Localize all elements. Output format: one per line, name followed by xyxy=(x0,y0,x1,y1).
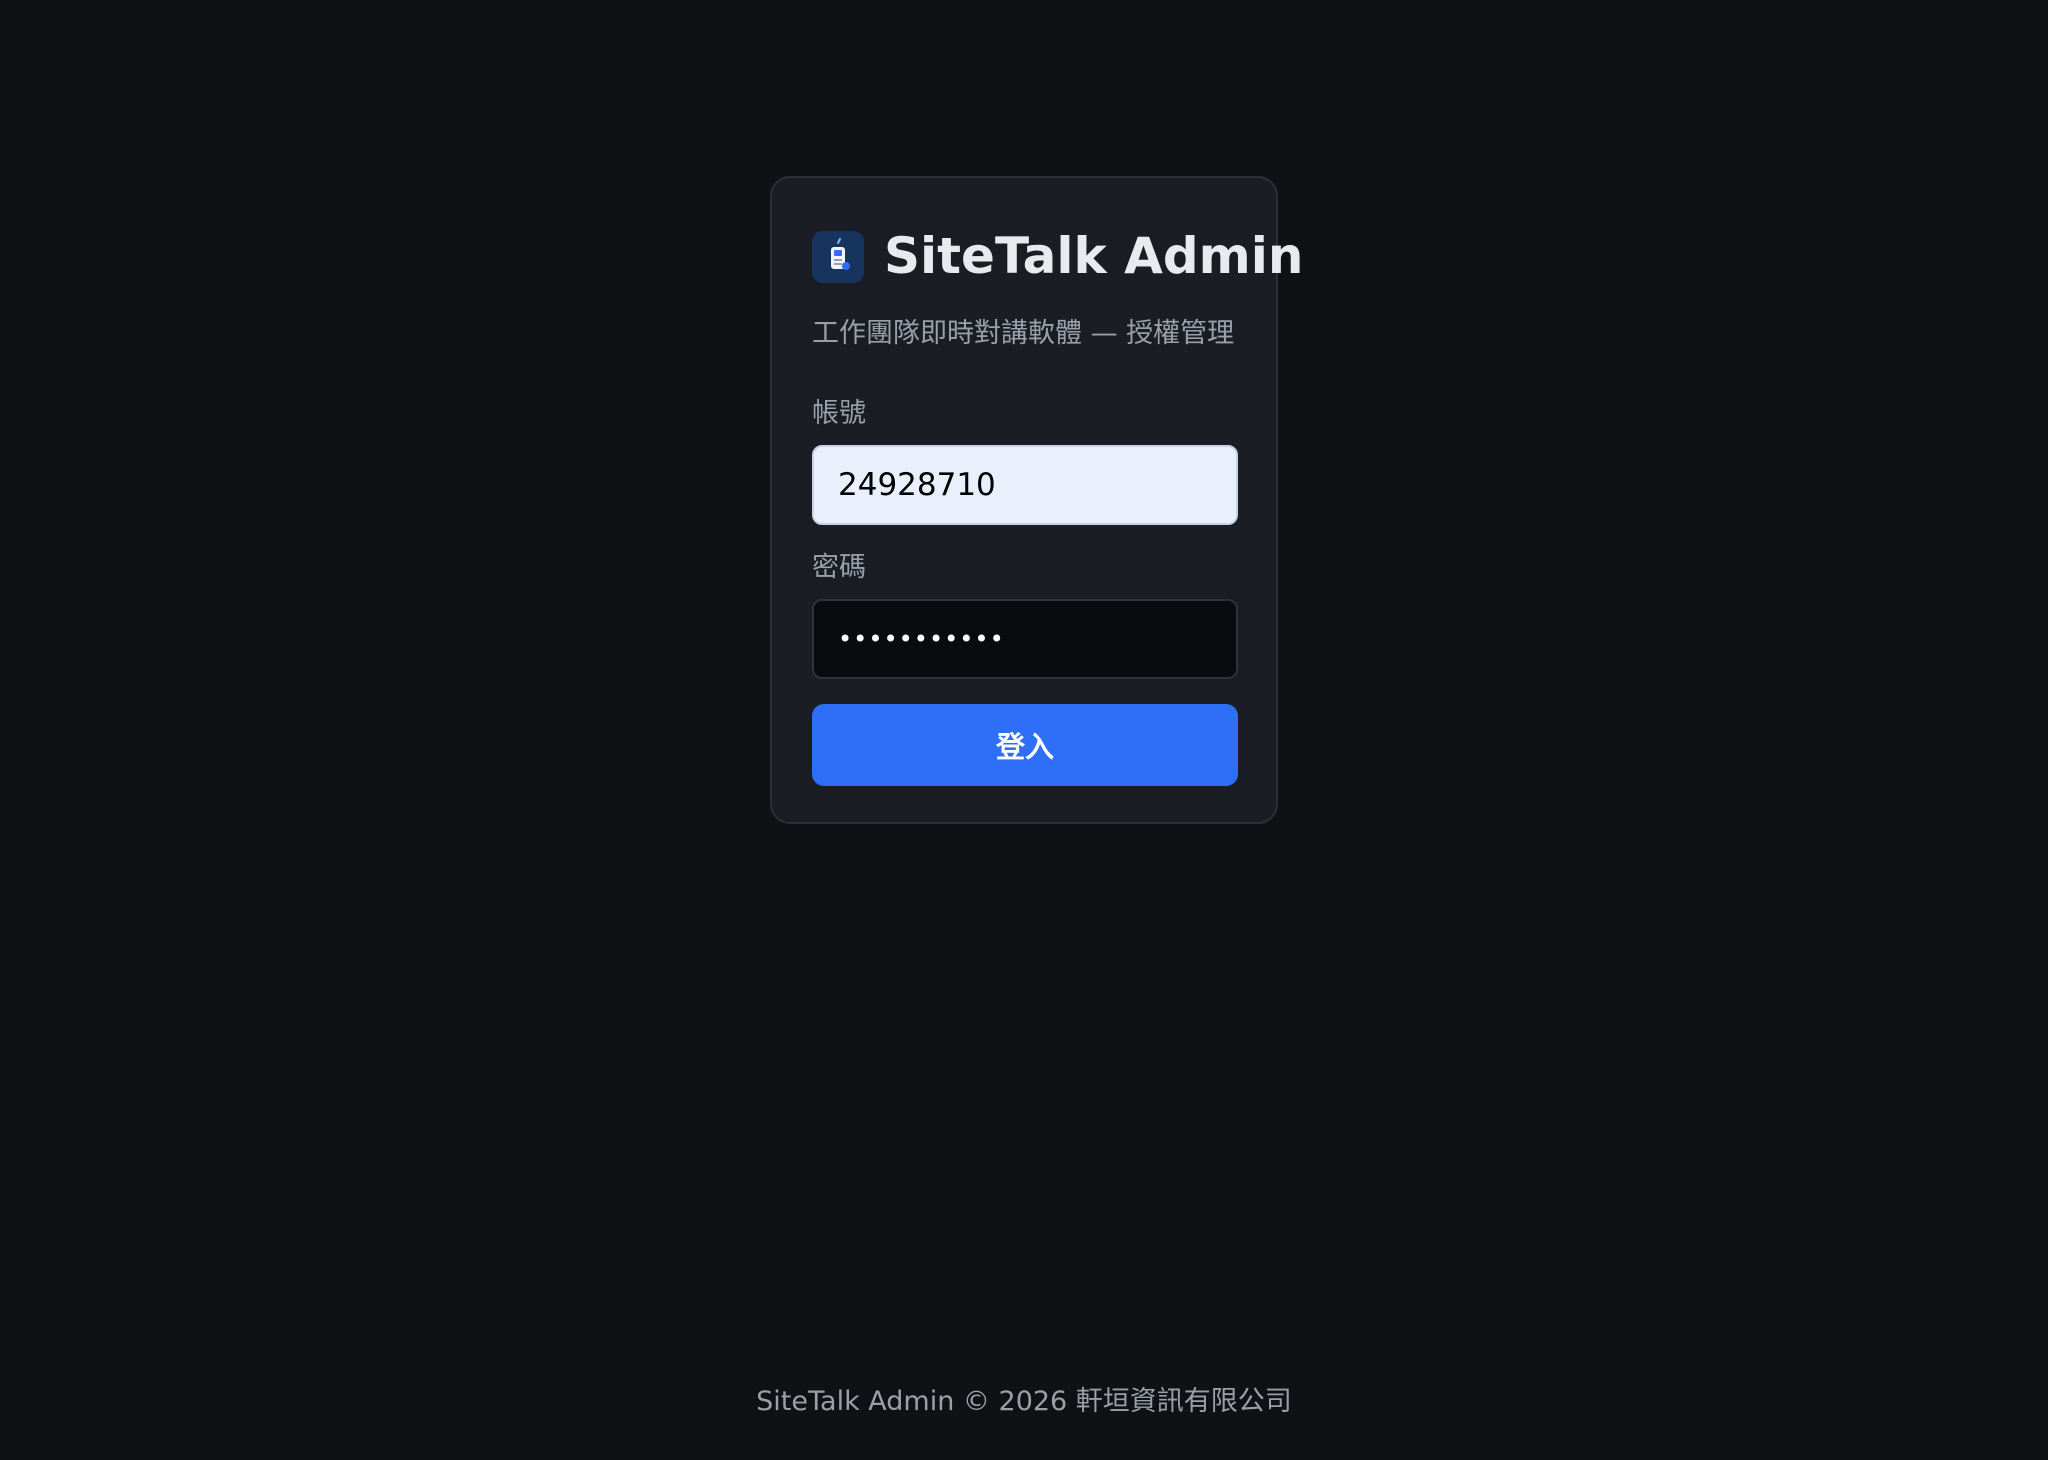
walkie-talkie-icon xyxy=(812,231,864,283)
app-title: SiteTalk Admin xyxy=(884,227,1304,285)
account-input[interactable]: 24928710 xyxy=(812,445,1238,525)
password-input[interactable]: ••••••••••• xyxy=(812,599,1238,679)
account-label: 帳號 xyxy=(812,398,866,429)
password-label: 密碼 xyxy=(812,552,866,583)
login-button-label: 登入 xyxy=(995,730,1054,764)
password-value: ••••••••••• xyxy=(838,625,1005,653)
account-value: 24928710 xyxy=(838,467,996,503)
login-page: SiteTalk Admin 工作團隊即時對講軟體 — 授權管理 帳號 2492… xyxy=(0,0,2048,1460)
footer-copyright: SiteTalk Admin © 2026 軒垣資訊有限公司 xyxy=(756,1386,1292,1417)
login-card: SiteTalk Admin 工作團隊即時對講軟體 — 授權管理 帳號 2492… xyxy=(770,176,1303,824)
login-button[interactable]: 登入 xyxy=(812,704,1238,786)
app-subtitle: 工作團隊即時對講軟體 — 授權管理 xyxy=(812,318,1235,349)
